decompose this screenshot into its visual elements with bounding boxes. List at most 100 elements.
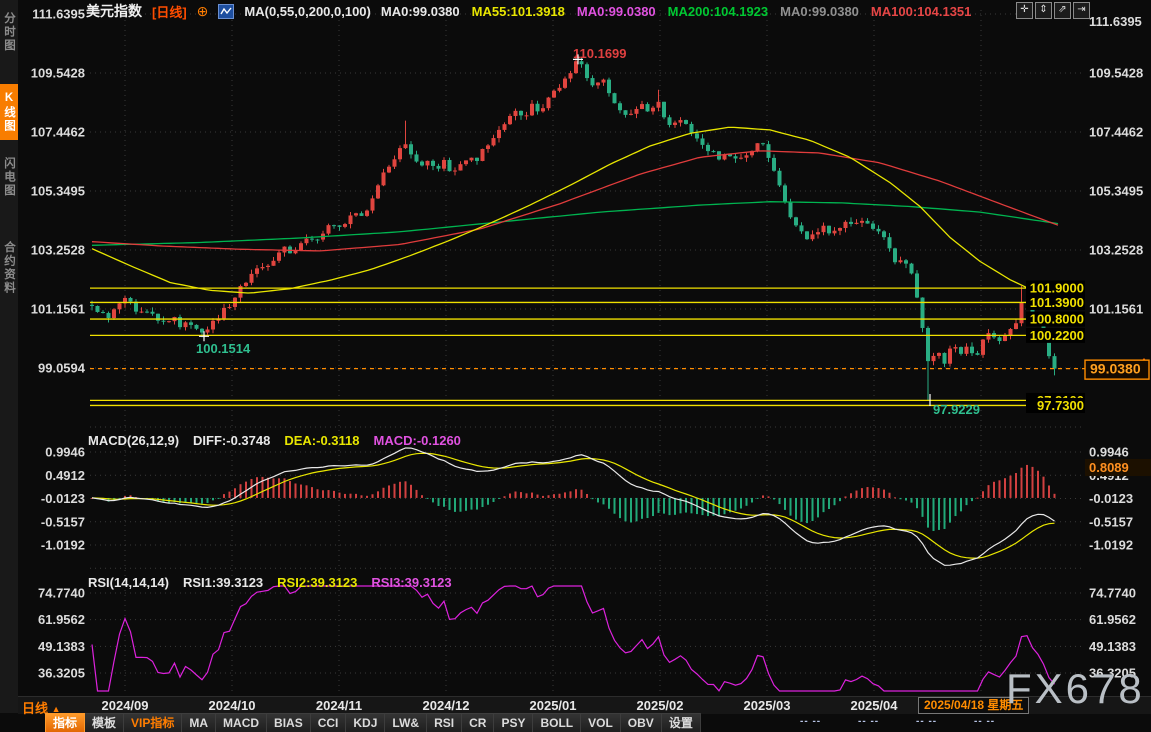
svg-text:107.4462: 107.4462 <box>1089 125 1143 140</box>
chart-toolbar-icons: ✛⇕⇗⇥ <box>1016 2 1090 19</box>
toolbar-button-指标[interactable]: 指标 <box>45 713 85 732</box>
rsi-title: RSI(14,14,14) <box>88 575 169 590</box>
month-label: 2024/11 <box>316 698 362 713</box>
ma-legend: MA0:99.0380MA55:101.3918MA0:99.0380MA200… <box>381 4 972 19</box>
macd-diff-value: DIFF:-0.3748 <box>193 433 270 448</box>
toolbar-button-OBV[interactable]: OBV <box>621 713 662 732</box>
svg-text:49.1383: 49.1383 <box>1089 639 1136 654</box>
svg-text:100.8000: 100.8000 <box>1030 312 1084 327</box>
svg-text:74.7740: 74.7740 <box>1089 586 1136 601</box>
sidebar-tab-2[interactable]: K线图 <box>0 84 18 140</box>
ma-value-2: MA0:99.0380 <box>577 4 656 19</box>
move-icon[interactable]: ✛ <box>1016 2 1033 19</box>
dash-mark: -- -- <box>800 716 821 727</box>
toolbar-button-RSI[interactable]: RSI <box>427 713 462 732</box>
month-label: 2024/10 <box>209 698 256 713</box>
toolbar-button-MACD[interactable]: MACD <box>216 713 267 732</box>
period-tag: [日线] <box>152 2 187 21</box>
svg-text:74.7740: 74.7740 <box>38 586 85 601</box>
svg-text:99.0380: 99.0380 <box>1090 361 1141 377</box>
svg-text:105.3495: 105.3495 <box>31 184 85 199</box>
svg-text:103.2528: 103.2528 <box>31 243 85 258</box>
rsi3-value: RSI3:39.3123 <box>371 575 451 590</box>
toolbar-button-模板[interactable]: 模板 <box>85 713 124 732</box>
toolbar-button-VIP指标[interactable]: VIP指标 <box>124 713 182 732</box>
ma-value-1: MA55:101.3918 <box>472 4 565 19</box>
svg-text:-0.5157: -0.5157 <box>41 514 85 529</box>
svg-text:101.1561: 101.1561 <box>31 302 85 317</box>
svg-text:107.4462: 107.4462 <box>31 125 85 140</box>
toolbar-button-BOLL[interactable]: BOLL <box>533 713 581 732</box>
svg-text:36.3205: 36.3205 <box>38 666 85 681</box>
svg-text:100.1514: 100.1514 <box>196 341 251 356</box>
toolbar-button-LW&[interactable]: LW& <box>385 713 427 732</box>
macd-panel-header: MACD(26,12,9) DIFF:-0.3748 DEA:-0.3118 M… <box>88 433 461 448</box>
svg-text:97.7300: 97.7300 <box>1037 398 1084 413</box>
month-label: 2025/03 <box>744 698 791 713</box>
svg-text:109.5428: 109.5428 <box>1089 66 1143 81</box>
ma-value-5: MA100:104.1351 <box>871 4 971 19</box>
x-axis-row: 日线 ▲ 2024/092024/102024/112024/122025/01… <box>18 696 1151 714</box>
add-indicator-icon[interactable]: ⊕ <box>197 3 209 20</box>
symbol-title: 美元指数 <box>86 1 142 21</box>
ma-settings-label: MA(0,55,0,200,0,100) <box>244 4 370 19</box>
rsi1-value: RSI1:39.3123 <box>183 575 263 590</box>
month-label: 2024/09 <box>102 698 149 713</box>
month-label: 2025/01 <box>530 698 577 713</box>
toolbar-button-CCI[interactable]: CCI <box>311 713 347 732</box>
sidebar-tab-4[interactable]: 合约资料 <box>0 222 18 314</box>
svg-text:99.0594: 99.0594 <box>38 361 86 376</box>
svg-text:-0.5157: -0.5157 <box>1089 514 1133 529</box>
svg-text:111.6395: 111.6395 <box>1089 14 1142 29</box>
toolbar-button-设置[interactable]: 设置 <box>662 713 701 732</box>
svg-text:-1.0192: -1.0192 <box>41 538 85 553</box>
shift-right-icon[interactable]: ⇥ <box>1073 2 1090 19</box>
svg-text:97.9229: 97.9229 <box>933 402 980 417</box>
macd-dea-value: DEA:-0.3118 <box>284 433 359 448</box>
month-label: 2025/02 <box>637 698 684 713</box>
toolbar-button-CR[interactable]: CR <box>462 713 494 732</box>
sidebar-tab-1[interactable]: 分时图 <box>0 4 18 60</box>
indicator-toolbar: 指标模板VIP指标MAMACDBIASCCIKDJLW&RSICRPSYBOLL… <box>45 713 701 732</box>
svg-text:61.9562: 61.9562 <box>38 612 85 627</box>
chart-canvas[interactable]: 111.6395 111.6395 109.5428 109.5428 107.4462… <box>0 0 1151 732</box>
ma-indicator-icon <box>218 4 234 19</box>
svg-text:49.1383: 49.1383 <box>38 639 85 654</box>
svg-text:0.4912: 0.4912 <box>45 468 85 483</box>
ma-value-4: MA0:99.0380 <box>780 4 859 19</box>
svg-text:0.9946: 0.9946 <box>45 445 85 460</box>
toolbar-button-MA[interactable]: MA <box>182 713 216 732</box>
month-label: 2025/04 <box>851 698 898 713</box>
zoom-vertical-icon[interactable]: ⇕ <box>1035 2 1052 19</box>
main-chart-header: 美元指数 [日线] ⊕ MA(0,55,0,200,0,100) MA0:99.… <box>86 2 971 20</box>
toolbar-button-PSY[interactable]: PSY <box>494 713 533 732</box>
ma-value-0: MA0:99.0380 <box>381 4 460 19</box>
zoom-horizontal-icon[interactable]: ⇗ <box>1054 2 1071 19</box>
svg-text:109.5428: 109.5428 <box>31 66 85 81</box>
fx678-watermark: FX678 <box>1006 668 1145 710</box>
dash-mark: -- -- <box>916 716 937 727</box>
svg-text:103.2528: 103.2528 <box>1089 243 1143 258</box>
svg-text:-1.0192: -1.0192 <box>1089 538 1133 553</box>
svg-text:101.3900: 101.3900 <box>1030 295 1084 310</box>
svg-text:110.1699: 110.1699 <box>573 46 627 61</box>
macd-macd-value: MACD:-0.1260 <box>374 433 461 448</box>
sidebar-tab-3[interactable]: 闪电图 <box>0 144 18 210</box>
toolbar-button-KDJ[interactable]: KDJ <box>346 713 385 732</box>
toolbar-button-VOL[interactable]: VOL <box>581 713 621 732</box>
dash-mark: -- -- <box>974 716 995 727</box>
svg-text:101.1561: 101.1561 <box>1089 302 1143 317</box>
toolbar-button-BIAS[interactable]: BIAS <box>267 713 311 732</box>
dash-mark: -- -- <box>858 716 879 727</box>
month-label: 2024/12 <box>423 698 470 713</box>
svg-text:101.9000: 101.9000 <box>1030 281 1084 296</box>
rsi-panel-header: RSI(14,14,14) RSI1:39.3123 RSI2:39.3123 … <box>88 575 452 590</box>
svg-text:111.6395: 111.6395 <box>32 7 85 22</box>
svg-text:-0.0123: -0.0123 <box>1089 491 1133 506</box>
svg-text:-0.0123: -0.0123 <box>41 491 85 506</box>
macd-title: MACD(26,12,9) <box>88 433 179 448</box>
rsi2-value: RSI2:39.3123 <box>277 575 357 590</box>
svg-text:0.8089: 0.8089 <box>1089 460 1129 475</box>
trading-app-window: 111.6395 111.6395 109.5428 109.5428 107.4462… <box>0 0 1151 732</box>
svg-text:0.9946: 0.9946 <box>1089 445 1129 460</box>
